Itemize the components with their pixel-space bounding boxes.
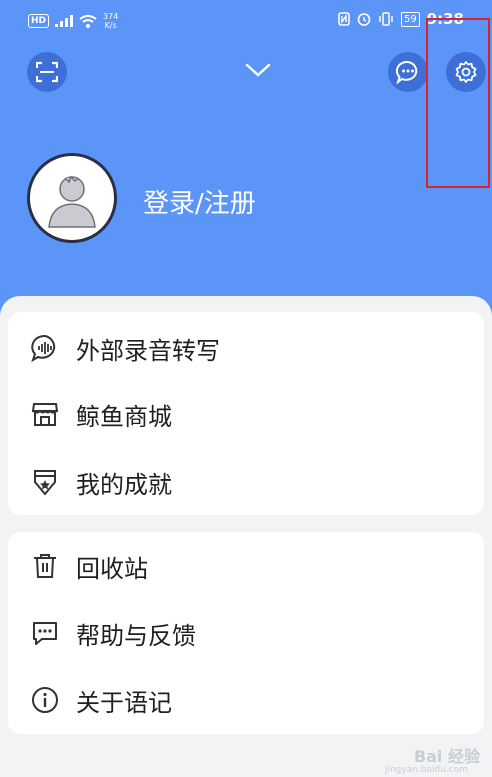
feedback-icon <box>30 618 60 648</box>
menu-item-label: 鲸鱼商城 <box>76 402 172 431</box>
wifi-icon <box>79 14 97 28</box>
scan-button[interactable] <box>27 52 67 92</box>
menu-item-achievements[interactable]: 我的成就 <box>30 462 172 502</box>
menu-item-label: 帮助与反馈 <box>76 621 196 650</box>
battery-level: 59 <box>400 11 420 27</box>
hd-indicator: HD <box>28 14 50 28</box>
medal-icon <box>30 467 60 497</box>
watermark-url: jingyan.baidu.com <box>384 765 468 775</box>
vibrate-icon <box>379 12 393 26</box>
menu-item-label: 外部录音转写 <box>76 336 220 365</box>
message-button[interactable] <box>388 52 428 92</box>
chat-bubble-icon <box>396 60 418 84</box>
signal-icon <box>55 15 74 27</box>
default-user-icon <box>48 175 96 228</box>
scan-icon <box>36 61 58 83</box>
highlight-annotation <box>426 18 490 188</box>
menu-item-label: 关于语记 <box>76 688 172 717</box>
menu-item-help-feedback[interactable]: 帮助与反馈 <box>30 613 196 653</box>
alarm-icon <box>357 13 371 26</box>
menu-card-2: 回收站 帮助与反馈 关于语记 <box>8 532 484 734</box>
chevron-down-icon[interactable] <box>243 60 273 80</box>
menu-item-external-transcription[interactable]: 外部录音转写 <box>30 328 220 368</box>
trash-icon <box>30 551 60 581</box>
network-speed: 374 K/s <box>103 12 119 30</box>
menu-item-recycle-bin[interactable]: 回收站 <box>30 546 148 586</box>
sound-wave-bubble-icon <box>30 333 60 363</box>
status-bar: HD 374 K/s 59 9:38 <box>0 0 492 42</box>
info-icon <box>30 685 60 715</box>
nfc-icon <box>338 12 350 26</box>
menu-item-about[interactable]: 关于语记 <box>30 680 172 720</box>
menu-item-whale-store[interactable]: 鲸鱼商城 <box>30 394 172 434</box>
profile-header: HD 374 K/s 59 9:38 登录/注册 <box>0 0 492 320</box>
avatar[interactable] <box>27 153 117 243</box>
baidu-watermark: Bai 经验 <box>413 747 480 766</box>
menu-item-label: 我的成就 <box>76 470 172 499</box>
menu-item-label: 回收站 <box>76 554 148 583</box>
menu-card-1: 外部录音转写 鲸鱼商城 我的成就 <box>8 312 484 515</box>
login-register-link[interactable]: 登录/注册 <box>143 183 256 220</box>
store-icon <box>30 399 60 429</box>
